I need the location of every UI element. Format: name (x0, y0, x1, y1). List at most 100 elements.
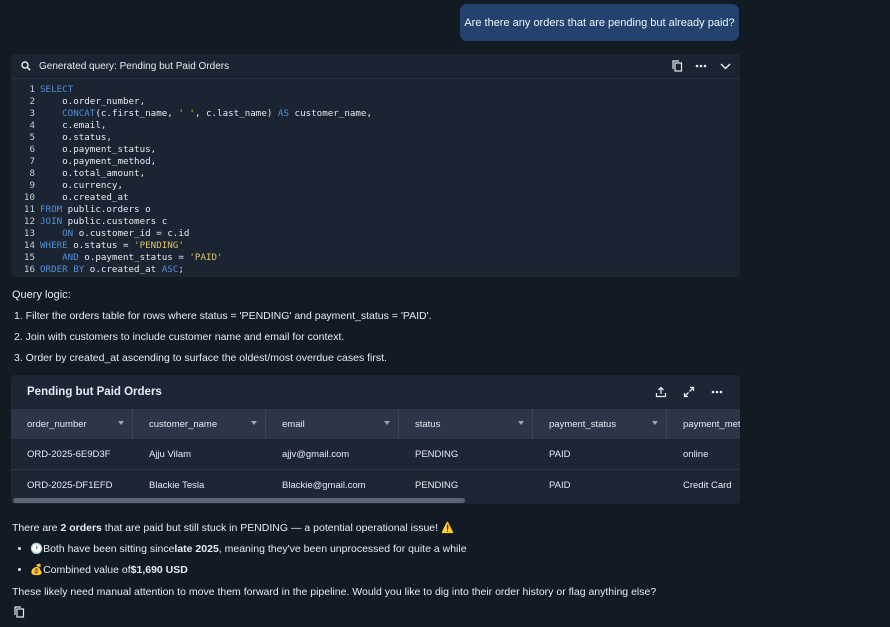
code-text: o.payment_method, (40, 156, 157, 167)
code-text: c.email, (40, 120, 107, 131)
user-message-bubble: Are there any orders that are pending bu… (460, 4, 739, 41)
code-line: 6 o.payment_status, (11, 144, 740, 156)
result-table-grid: order_number customer_name email status … (11, 409, 740, 501)
line-number: 14 (23, 240, 35, 251)
table-cell: PENDING (415, 479, 459, 491)
summary-text: There are 2 orders that are paid but sti… (12, 522, 455, 534)
copy-icon[interactable] (670, 59, 684, 73)
code-text: FROM public.orders o (40, 204, 151, 215)
money-bag-icon: 💰 (30, 564, 44, 576)
bullet-item: 💰 Combined value of $1,690 USD (18, 563, 188, 576)
scrollbar-thumb[interactable] (13, 498, 465, 503)
code-line: 16 ORDER BY o.created_at ASC; (11, 264, 740, 276)
query-card-title: Generated query: Pending but Paid Orders (39, 60, 230, 72)
code-line: 12 JOIN public.customers c (11, 216, 740, 228)
clock-icon: 🕐 (30, 543, 44, 555)
sql-code-block: 1 SELECT 2 o.order_number, 3 CONCAT(c.first… (11, 79, 740, 276)
table-header-row: order_number customer_name email status … (11, 409, 740, 439)
code-line: 4 c.email, (11, 120, 740, 132)
table-cell: online (683, 448, 709, 460)
bullet-dot (18, 547, 21, 550)
code-line: 11 FROM public.orders o (11, 204, 740, 216)
line-number: 10 (23, 192, 35, 203)
code-line: 8 o.total_amount, (11, 168, 740, 180)
query-card-header[interactable]: Generated query: Pending but Paid Orders (11, 54, 740, 79)
code-text: AND o.payment_status = 'PAID' (62, 252, 223, 263)
column-header-payment-method[interactable]: payment_met (667, 409, 740, 439)
code-line: 14 WHERE o.status = 'PENDING' (11, 240, 740, 252)
bullet-item: 🕐 Both have been sitting since late 2025… (18, 542, 467, 555)
column-header-status[interactable]: status (399, 409, 533, 439)
column-header-order-number[interactable]: order_number (11, 409, 133, 439)
sort-caret-icon[interactable] (384, 421, 390, 425)
horizontal-scrollbar[interactable] (11, 497, 740, 503)
line-number: 16 (23, 264, 35, 275)
line-number: 15 (23, 252, 35, 263)
line-number: 3 (29, 108, 35, 119)
closing-text: These likely need manual attention to mo… (12, 586, 657, 598)
expand-icon[interactable] (682, 385, 696, 399)
table-cell: ajjv@gmail.com (282, 448, 350, 460)
line-number: 6 (29, 144, 35, 155)
table-cell: PAID (549, 479, 571, 491)
query-logic-step: 1. Filter the orders table for rows wher… (14, 310, 432, 322)
code-line: 7 o.payment_method, (11, 156, 740, 168)
query-logic-step: 3. Order by created_at ascending to surf… (14, 352, 387, 364)
table-cell: Blackie Tesla (149, 479, 205, 491)
result-table-title: Pending but Paid Orders (27, 386, 162, 398)
table-cell: Credit Card (683, 479, 732, 491)
table-cell: PENDING (415, 448, 459, 460)
table-row[interactable]: ORD-2025-6E9D3F Ajju Vilam ajjv@gmail.co… (11, 439, 740, 470)
line-number: 9 (29, 180, 35, 191)
search-icon (19, 59, 33, 73)
code-text: o.order_number, (40, 96, 146, 107)
code-line: 1 SELECT (11, 84, 740, 96)
line-number: 12 (23, 216, 35, 227)
line-number: 4 (29, 120, 35, 131)
result-table-card: Pending but Paid Orders order_number cus… (11, 375, 740, 504)
code-line: 2 o.order_number, (11, 96, 740, 108)
chevron-down-icon[interactable] (718, 59, 732, 73)
code-text: ORDER BY o.created_at ASC; (40, 264, 184, 275)
table-cell: Blackie@gmail.com (282, 479, 366, 491)
code-text: CONCAT(c.first_name, ' ', c.last_name) A… (62, 108, 372, 119)
code-text: o.total_amount, (40, 168, 146, 179)
more-options-icon[interactable] (694, 59, 708, 73)
column-header-payment-status[interactable]: payment_status (533, 409, 667, 439)
line-number: 5 (29, 132, 35, 143)
code-text: o.status, (40, 132, 112, 143)
column-header-customer-name[interactable]: customer_name (133, 409, 266, 439)
more-options-icon[interactable] (710, 385, 724, 399)
table-cell: ORD-2025-DF1EFD (27, 479, 113, 491)
sort-caret-icon[interactable] (251, 421, 257, 425)
bullet-dot (18, 568, 21, 571)
sort-caret-icon[interactable] (652, 421, 658, 425)
code-text: SELECT (40, 84, 74, 95)
code-line: 3 CONCAT(c.first_name, ' ', c.last_name)… (11, 108, 740, 120)
line-number: 11 (23, 204, 35, 215)
table-cell: Ajju Vilam (149, 448, 192, 460)
code-text: o.created_at (40, 192, 129, 203)
export-icon[interactable] (654, 385, 668, 399)
code-line: 5 o.status, (11, 132, 740, 144)
query-logic-step: 2. Join with customers to include custom… (14, 331, 345, 343)
code-text: o.payment_status, (40, 144, 157, 155)
column-header-email[interactable]: email (266, 409, 399, 439)
code-text: WHERE o.status = 'PENDING' (40, 240, 184, 251)
sort-caret-icon[interactable] (518, 421, 524, 425)
copy-icon[interactable] (12, 605, 26, 619)
table-cell: ORD-2025-6E9D3F (27, 448, 111, 460)
sort-caret-icon[interactable] (118, 421, 124, 425)
line-number: 1 (29, 84, 35, 95)
query-logic-heading: Query logic: (12, 289, 71, 301)
code-line: 13 ON o.customer_id = c.id (11, 228, 740, 240)
code-text: ON o.customer_id = c.id (62, 228, 190, 239)
user-message-text: Are there any orders that are pending bu… (464, 16, 735, 29)
line-number: 2 (29, 96, 35, 107)
line-number: 13 (23, 228, 35, 239)
line-number: 7 (29, 156, 35, 167)
code-text: JOIN public.customers c (40, 216, 168, 227)
result-table-header: Pending but Paid Orders (11, 375, 740, 409)
code-line: 10 o.created_at (11, 192, 740, 204)
table-cell: PAID (549, 448, 571, 460)
